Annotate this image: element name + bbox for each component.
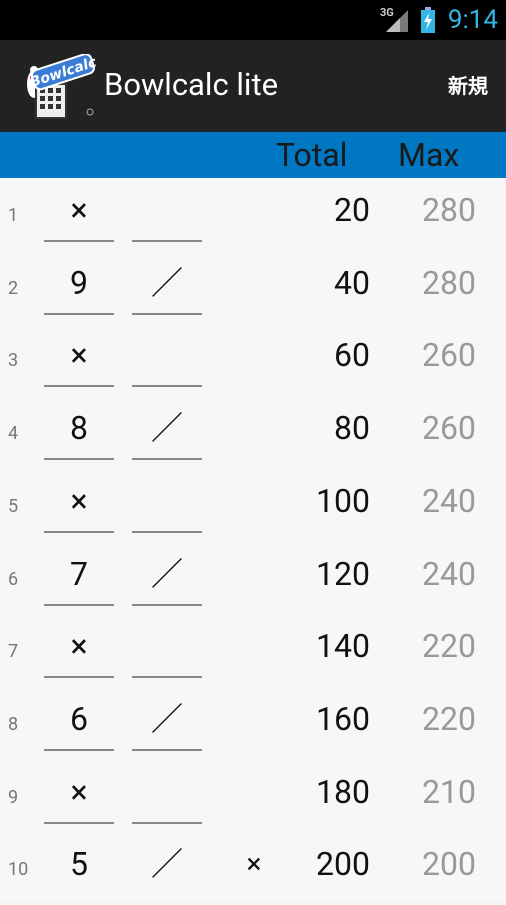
first-ball-input[interactable]: ×: [44, 614, 114, 679]
frame-total: 40: [334, 263, 370, 302]
first-ball-input[interactable]: ×: [44, 323, 114, 388]
frame-row: 10 5 ／ × 200 200: [0, 832, 506, 905]
frame-number: 9: [8, 786, 19, 808]
second-ball-input[interactable]: [132, 469, 202, 533]
frame-max: 220: [422, 699, 476, 738]
frame-total: 180: [316, 772, 370, 811]
second-ball-input[interactable]: ／: [132, 396, 202, 461]
second-ball-input[interactable]: [132, 323, 202, 388]
second-ball-input[interactable]: ／: [132, 832, 202, 896]
signal-icon: [386, 10, 408, 32]
second-ball-input[interactable]: ／: [132, 542, 202, 606]
frame-max: 260: [422, 336, 476, 375]
second-ball-input[interactable]: ／: [132, 251, 202, 315]
status-time: 9:14: [447, 5, 498, 35]
frame-row: 5 × 100 240: [0, 469, 506, 542]
app-title: Bowlcalc lite: [104, 66, 279, 103]
battery-icon: [420, 7, 436, 37]
second-ball-input[interactable]: [132, 614, 202, 679]
score-header: Total Max: [0, 132, 506, 178]
first-ball-input[interactable]: 6: [44, 687, 114, 751]
frame-total: 160: [316, 699, 370, 738]
first-ball-input[interactable]: 5: [44, 832, 114, 896]
frame-number: 10: [8, 859, 29, 881]
frame-number: 1: [8, 205, 19, 226]
frame-max: 260: [422, 409, 476, 448]
frame-max: 200: [422, 845, 476, 884]
first-ball-input[interactable]: ×: [44, 469, 114, 533]
action-bar: Bowlcalc Bowlcalc lite 新規: [0, 40, 506, 132]
first-ball-input[interactable]: 9: [44, 251, 114, 315]
app-logo-icon[interactable]: Bowlcalc: [22, 53, 99, 120]
frame-total: 20: [334, 191, 370, 229]
frame-max: 220: [422, 627, 476, 666]
frame-row: 8 6 ／ 160 220: [0, 687, 506, 760]
frame-max: 280: [422, 263, 476, 302]
frame-number: 5: [8, 495, 19, 517]
frame-total: 140: [316, 627, 370, 666]
frame-number: 2: [8, 277, 19, 299]
first-ball-input[interactable]: ×: [44, 178, 114, 242]
frame-total: 80: [334, 409, 370, 448]
frame-row: 6 7 ／ 120 240: [0, 542, 506, 615]
frame-total: 200: [316, 845, 370, 884]
frame-number: 8: [8, 713, 19, 735]
frame-total: 120: [316, 554, 370, 593]
frame-row: 7 × 140 220: [0, 614, 506, 687]
max-column-header: Max: [398, 136, 460, 174]
frame-list: 1 × 20 280 2 9 ／ 40 280 3 × 60 260 4 8 ／ 80 260 5 × 100 240 6 7…: [0, 178, 506, 900]
first-ball-input[interactable]: 7: [44, 542, 114, 606]
status-bar: 3G 9:14: [0, 0, 506, 40]
frame-row: 9 × 180 210: [0, 760, 506, 833]
frame-total: 100: [316, 481, 370, 520]
frame-max: 210: [422, 772, 476, 811]
first-ball-input[interactable]: ×: [44, 760, 114, 824]
frame-total: 60: [334, 336, 370, 375]
second-ball-input[interactable]: ／: [132, 687, 202, 751]
first-ball-input[interactable]: 8: [44, 396, 114, 461]
new-game-button[interactable]: 新規: [448, 70, 488, 99]
network-indicator: 3G: [380, 6, 410, 32]
frame-max: 240: [422, 554, 476, 593]
frame-max: 240: [422, 481, 476, 520]
frame-row: 3 × 60 260: [0, 323, 506, 396]
frame-row: 2 9 ／ 40 280: [0, 251, 506, 324]
frame-number: 7: [8, 641, 19, 663]
second-ball-input[interactable]: [132, 760, 202, 824]
second-ball-input[interactable]: [132, 178, 202, 242]
total-column-header: Total: [276, 136, 348, 174]
frame-row: 4 8 ／ 80 260: [0, 396, 506, 469]
frame-number: 4: [8, 423, 19, 445]
frame-row: 1 × 20 280: [0, 178, 506, 251]
frame-number: 3: [8, 350, 19, 372]
frame-number: 6: [8, 568, 19, 590]
frame-max: 280: [422, 191, 476, 229]
